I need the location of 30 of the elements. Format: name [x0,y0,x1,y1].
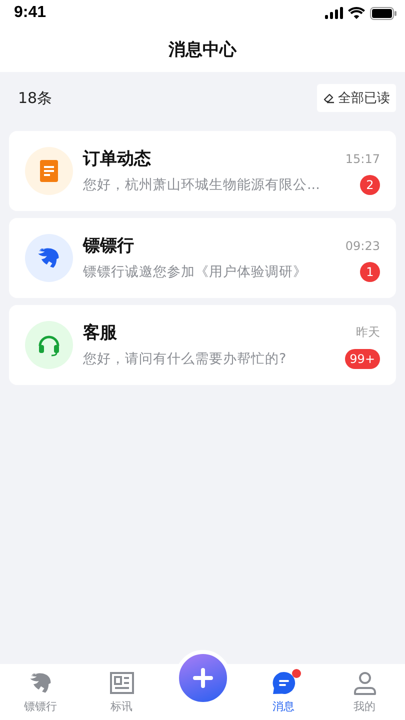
chat-bubble-icon [270,670,296,696]
signal-icon [325,7,343,19]
conversation-title: 镖镖行 [83,235,134,257]
message-time: 09:23 [345,238,380,252]
message-preview: 您好，请问有什么需要办帮忙的? [83,350,286,368]
tab-item[interactable]: 消息 [243,670,324,714]
message-time: 昨天 [356,324,380,341]
conversation-title: 客服 [83,322,117,344]
document-icon [40,160,58,182]
plus-icon [192,668,212,688]
wifi-icon [348,7,365,19]
person-icon [352,671,376,695]
conversation-card[interactable]: 镖镖行 09:23 镖镖行诚邀您参加《用户体验调研》 1 [9,218,396,298]
eraser-icon [323,92,335,104]
unread-badge: 1 [360,262,380,282]
unread-badge: 2 [360,175,380,195]
message-count: 18条 [18,88,52,108]
message-preview: 镖镖行诚邀您参加《用户体验调研》 [83,263,307,281]
unread-badge: 99+ [344,349,380,369]
headset-icon [37,333,61,357]
message-time: 15:17 [345,152,380,166]
newspaper-icon [110,672,134,694]
conversation-title: 订单动态 [83,148,151,170]
battery-icon [370,6,397,20]
status-time: 9:41 [14,4,46,22]
page-title: 消息中心 [168,38,236,60]
mark-all-read-button[interactable]: 全部已读 [317,84,396,112]
conversation-card[interactable]: 客服 昨天 您好，请问有什么需要办帮忙的? 99+ [9,305,396,385]
message-preview: 您好，杭州萧山环城生物能源有限公... [83,176,320,194]
conversation-card[interactable]: 订单动态 15:17 您好，杭州萧山环城生物能源有限公... 2 [9,131,396,211]
